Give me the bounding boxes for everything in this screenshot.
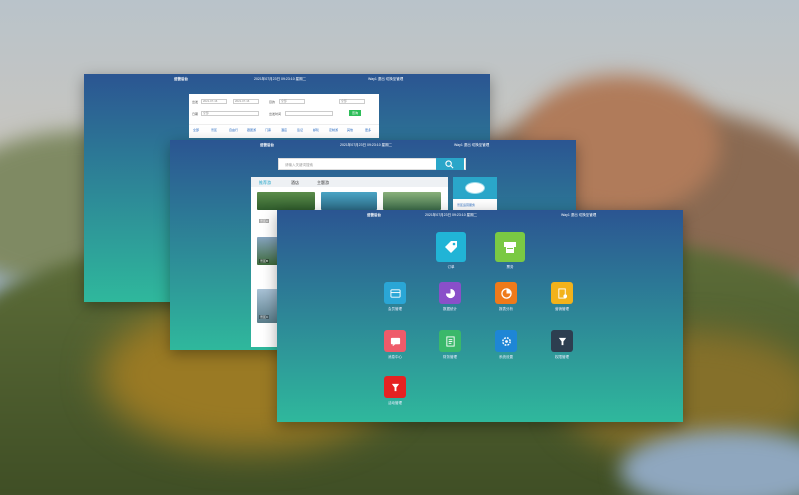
thumbnail-image[interactable]	[257, 192, 315, 210]
app-label: 票务	[506, 265, 514, 269]
label-depart-time: 出发时间	[269, 112, 282, 116]
document-icon	[551, 282, 573, 304]
brand-title: 运营后台	[260, 143, 274, 147]
search-placeholder: 请输入关键词搜索	[285, 163, 313, 167]
search-icon	[445, 160, 454, 169]
thumbnail-image[interactable]	[383, 192, 441, 210]
tab-item[interactable]: 邮轮	[313, 128, 319, 132]
datetime-text: 2021年07月23日 09:23:10 星期二	[425, 213, 478, 217]
app-reports[interactable]: 报表分析	[489, 282, 523, 312]
thumbnail-image[interactable]	[321, 192, 377, 210]
category-select[interactable]: 全部	[201, 111, 259, 116]
datetime-text: 2021年07月23日 09:23:10 星期二	[254, 77, 307, 81]
gear-icon	[495, 330, 517, 352]
panel-tabs: 推荐游 酒店 主题游	[251, 177, 448, 187]
tab-theme[interactable]: 主题游	[317, 180, 329, 186]
brand-title: 运营后台	[174, 77, 188, 81]
thumbnail-caption: 景区C	[259, 315, 270, 319]
window-topbar: 运营后台 2021年07月23日 09:23:10 星期二 Way1 退出 切换…	[84, 74, 490, 84]
label-date: 日期	[192, 112, 199, 116]
site-logo-icon	[465, 182, 485, 194]
window-topbar: 运营后台 2021年07月23日 09:23:10 星期二 Way1 退出 切换…	[170, 140, 576, 150]
tab-hotel[interactable]: 酒店	[291, 180, 299, 186]
app-tickets[interactable]: 票务	[493, 232, 527, 270]
app-messages[interactable]: 消息中心	[378, 330, 412, 360]
app-permissions[interactable]: 权限管理	[545, 330, 579, 360]
tab-item[interactable]: 签证	[297, 128, 303, 132]
tab-recommend[interactable]: 推荐游	[259, 180, 271, 186]
app-label: 活动管理	[388, 401, 402, 405]
app-label: 订单	[447, 265, 455, 269]
app-label: 权限管理	[555, 355, 569, 359]
date-end-input[interactable]: 2021-07-16	[233, 99, 259, 104]
thumbnail-caption: 景区A	[259, 219, 270, 223]
tab-item[interactable]: 自由行	[229, 128, 238, 132]
destination-input[interactable]: 全部	[279, 99, 305, 104]
message-icon	[384, 330, 406, 352]
label-to: 目的	[269, 100, 276, 104]
pie-chart-icon	[439, 282, 461, 304]
category-tabs: 全部 景区 自由行 跟团游 门票 酒店 签证 邮轮 定制游 其他 更多	[189, 124, 379, 134]
app-statistics[interactable]: 数据统计	[433, 282, 467, 312]
user-menu[interactable]: Way1 退出 切换至管理	[561, 213, 596, 218]
app-label: 营销管理	[555, 307, 569, 311]
tab-item[interactable]: 酒店	[281, 128, 287, 132]
window-topbar: 运营后台 2021年07月23日 09:23:10 星期二 Way1 退出 切换…	[277, 210, 683, 220]
tab-item[interactable]: 定制游	[329, 128, 338, 132]
tag-icon	[436, 232, 466, 262]
app-members[interactable]: 会员管理	[378, 282, 412, 312]
cup-icon	[384, 376, 406, 398]
search-button[interactable]	[436, 158, 464, 170]
cup-icon	[551, 330, 573, 352]
app-orders[interactable]: 订单	[434, 232, 468, 270]
app-label: 系统设置	[499, 355, 513, 359]
app-launcher-window: 运营后台 2021年07月23日 09:23:10 星期二 Way1 退出 切换…	[277, 210, 683, 422]
app-label: 财务管理	[443, 355, 457, 359]
app-label: 消息中心	[388, 355, 402, 359]
app-label: 报表分析	[499, 307, 513, 311]
search-button[interactable]: 查询	[349, 110, 361, 116]
card-icon	[384, 282, 406, 304]
tab-item[interactable]: 门票	[265, 128, 271, 132]
thumbnail-caption: 景区B	[259, 259, 270, 263]
label-from: 出发	[192, 100, 199, 104]
app-activities[interactable]: 活动管理	[378, 376, 412, 406]
user-menu[interactable]: Way1 退出 切换至管理	[368, 77, 403, 82]
type-select[interactable]: 全部	[339, 99, 365, 104]
brand-title: 运营后台	[367, 213, 381, 217]
pie-icon	[495, 282, 517, 304]
app-marketing[interactable]: 营销管理	[545, 282, 579, 312]
app-label: 会员管理	[388, 307, 402, 311]
tab-item[interactable]: 全部	[193, 128, 199, 132]
tab-item[interactable]: 景区	[211, 128, 217, 132]
app-label: 数据统计	[443, 307, 457, 311]
tab-item[interactable]: 更多	[365, 128, 371, 132]
datetime-text: 2021年07月23日 09:23:10 星期二	[340, 143, 393, 147]
depart-time-input[interactable]	[285, 111, 333, 116]
app-settings[interactable]: 系统设置	[489, 330, 523, 360]
tab-item[interactable]: 其他	[347, 128, 353, 132]
side-card-text[interactable]: 景区运营服务	[457, 203, 475, 207]
ledger-icon	[439, 330, 461, 352]
date-start-input[interactable]: 2021-07-16	[201, 99, 227, 104]
ticket-printer-icon	[495, 232, 525, 262]
user-menu[interactable]: Way1 退出 切换至管理	[454, 143, 489, 148]
app-finance[interactable]: 财务管理	[433, 330, 467, 360]
tab-item[interactable]: 跟团游	[247, 128, 256, 132]
